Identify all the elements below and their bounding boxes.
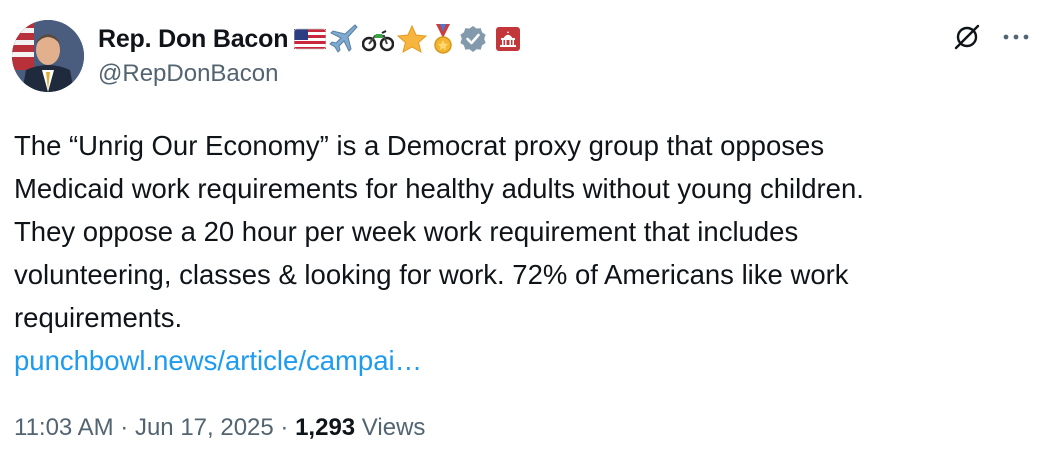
author-handle[interactable]: @RepDonBacon [98, 60, 278, 88]
post-time[interactable]: 11:03 AM [14, 414, 114, 441]
verified-badge-icon[interactable] [458, 24, 488, 54]
tweet-text: The “Unrig Our Economy” is a Democrat pr… [14, 124, 1034, 382]
article-link[interactable]: punchbowl.news/article/campai… [14, 345, 422, 376]
meta-separator: · [113, 414, 135, 441]
tweet-text-line: The “Unrig Our Economy” is a Democrat pr… [14, 130, 825, 161]
avatar-image [12, 20, 84, 92]
tweet-text-line: They oppose a 20 hour per week work requ… [14, 216, 799, 247]
motorcycle-icon [362, 30, 395, 52]
medal-icon [434, 24, 453, 54]
star-icon [397, 24, 428, 54]
avatar[interactable] [12, 20, 84, 92]
tweet-text-line: requirements. [14, 302, 183, 333]
tweet-top-actions [952, 22, 1030, 52]
tweet-text-line: volunteering, classes & looking for work… [14, 259, 849, 290]
tweet-card: Rep. Don Bacon @RepDonBacon The “Unrig O… [0, 0, 1048, 472]
views-label: Views [355, 414, 426, 441]
author-badges [294, 23, 522, 55]
us-flag-icon [294, 28, 327, 50]
views-count: 1,293 [295, 414, 356, 441]
author-name-row: Rep. Don Bacon [98, 22, 522, 56]
grok-slash-icon[interactable] [952, 22, 982, 52]
airplane-icon [329, 24, 358, 53]
more-options-icon[interactable] [1002, 32, 1030, 42]
author-display-name[interactable]: Rep. Don Bacon [98, 25, 288, 54]
meta-separator: · [273, 414, 296, 441]
tweet-meta: 11:03 AM · Jun 17, 2025 · 1,293 Views [14, 414, 425, 442]
post-date[interactable]: Jun 17, 2025 [135, 414, 274, 441]
capitol-building-icon[interactable] [494, 25, 522, 53]
tweet-text-line: Medicaid work requirements for healthy a… [14, 173, 864, 204]
